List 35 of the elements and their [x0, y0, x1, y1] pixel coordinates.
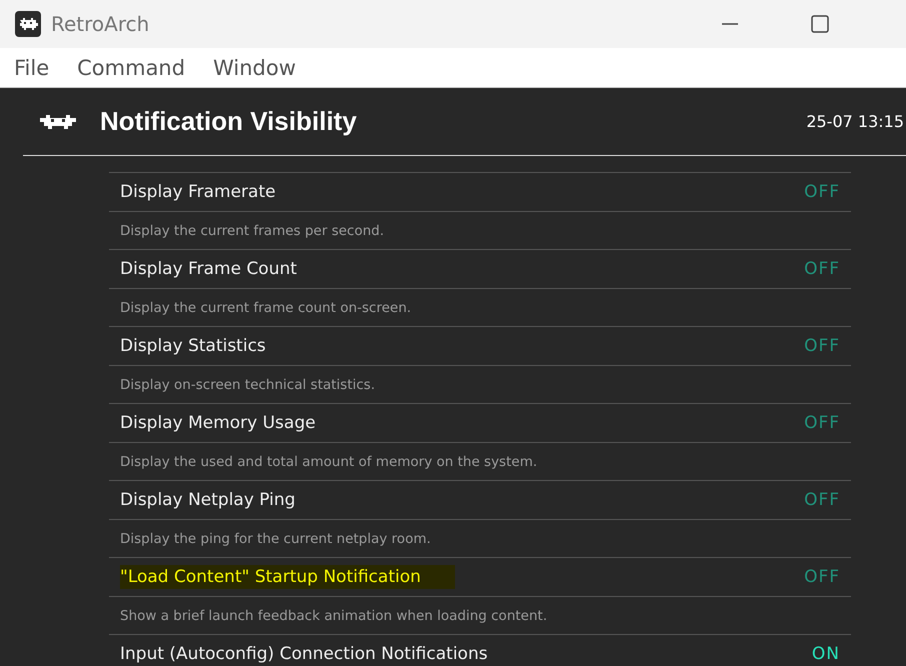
setting-description: Display the current frames per second.: [120, 222, 384, 238]
setting-row[interactable]: Display Statistics OFF: [109, 326, 851, 365]
toggle-value[interactable]: OFF: [804, 567, 840, 587]
setting-description: Display the current frame count on-screen.: [120, 300, 412, 316]
window-title: RetroArch: [51, 12, 150, 36]
setting-row[interactable]: Input (Autoconfig) Connection Notifications ON: [109, 634, 851, 666]
setting-description: Display on-screen technical statistics.: [120, 376, 375, 392]
setting-label: "Load Content" Startup Notification: [120, 565, 455, 589]
toggle-value[interactable]: OFF: [804, 182, 840, 202]
setting-label: Input (Autoconfig) Connection Notifications: [120, 644, 488, 664]
app-logo-icon: [15, 11, 41, 37]
toggle-value[interactable]: OFF: [804, 490, 840, 510]
toggle-value[interactable]: OFF: [804, 259, 840, 279]
toggle-value[interactable]: ON: [812, 644, 840, 664]
setting-label: Display Framerate: [120, 182, 276, 202]
setting-row[interactable]: Display Framerate OFF: [109, 172, 851, 211]
page-title: Notification Visibility: [100, 106, 357, 137]
setting-description: Show a brief launch feedback animation when loading content.: [120, 608, 548, 624]
setting-label: Display Frame Count: [120, 259, 297, 279]
setting-row[interactable]: Display Netplay Ping OFF: [109, 480, 851, 519]
setting-label: Display Statistics: [120, 336, 266, 356]
clock: 25-07 13:15: [806, 112, 904, 131]
maximize-icon[interactable]: [810, 14, 830, 34]
menu-item[interactable]: Command: [77, 56, 186, 80]
setting-row[interactable]: "Load Content" Startup Notification OFF: [109, 557, 851, 596]
toggle-value[interactable]: OFF: [804, 413, 840, 433]
setting-description: Display the ping for the current netplay room.: [120, 530, 431, 546]
setting-row[interactable]: Display Frame Count OFF: [109, 249, 851, 288]
setting-label: Display Memory Usage: [120, 413, 316, 433]
setting-label: Display Netplay Ping: [120, 490, 296, 510]
setting-row[interactable]: Display Memory Usage OFF: [109, 403, 851, 442]
setting-description: Display the used and total amount of memory on the system.: [120, 454, 538, 470]
menu-item[interactable]: File: [14, 56, 50, 80]
toggle-value[interactable]: OFF: [804, 336, 840, 356]
menu-item[interactable]: Window: [213, 56, 296, 80]
